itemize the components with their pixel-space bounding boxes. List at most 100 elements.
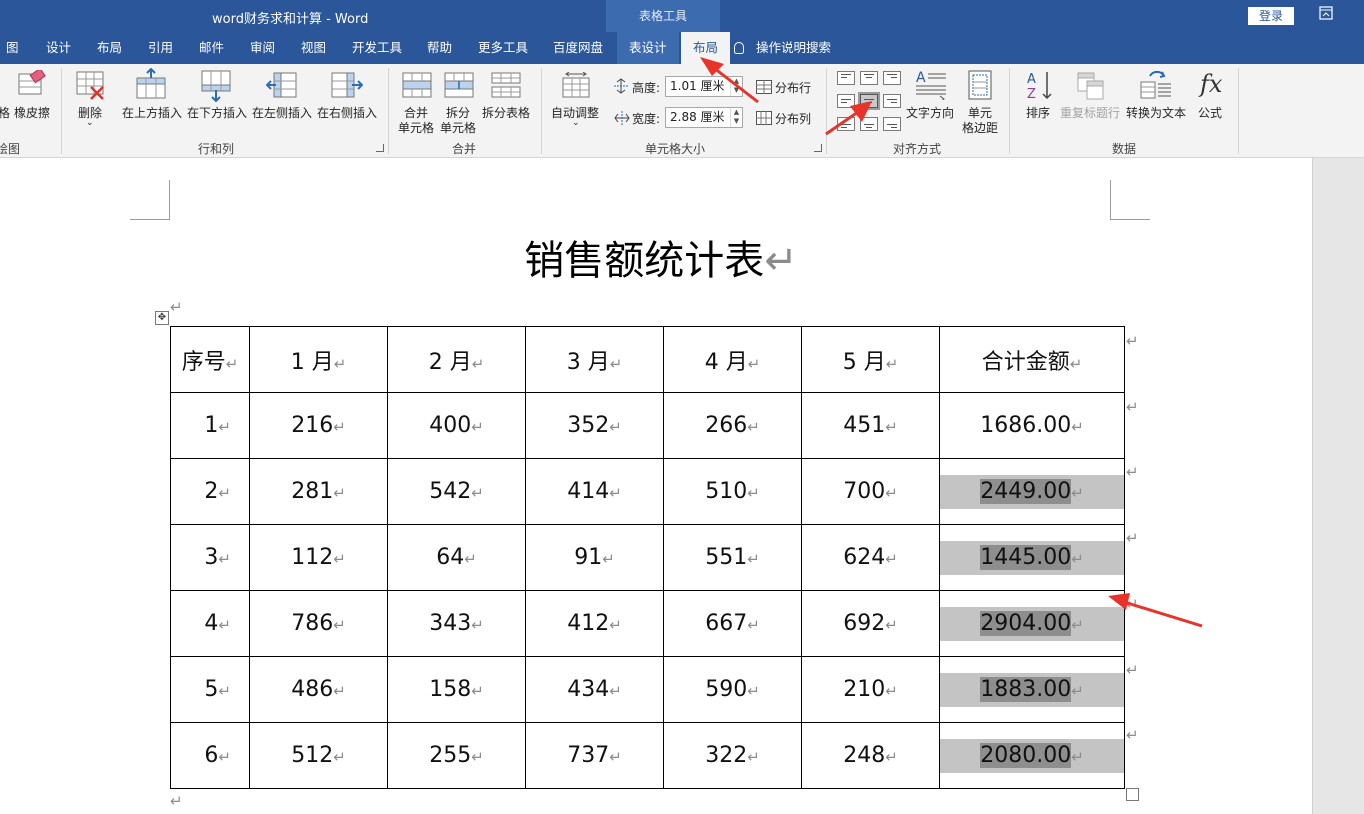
table-cell[interactable]: 486↵ xyxy=(249,656,388,723)
align-middle-left-button[interactable] xyxy=(837,94,855,108)
chevron-down-icon[interactable]: ⌄ xyxy=(86,118,94,128)
table-header-cell[interactable]: 1 月↵ xyxy=(249,326,388,393)
tab-item[interactable]: 审阅 xyxy=(238,32,287,64)
table-cell[interactable]: 2↵ xyxy=(170,458,250,525)
insert-right-icon[interactable] xyxy=(331,72,364,104)
table-cell[interactable]: 412↵ xyxy=(525,590,664,657)
table-cell[interactable]: 551↵ xyxy=(663,524,802,591)
document-heading[interactable]: 销售额统计表↵ xyxy=(0,228,1312,286)
table-cell[interactable]: 510↵ xyxy=(663,458,802,525)
spinner-arrows-icon[interactable]: ▲ ▼ xyxy=(730,77,742,96)
tab-table-design[interactable]: 表设计 xyxy=(617,32,679,64)
table-cell[interactable]: 255↵ xyxy=(387,722,526,789)
table-cell[interactable]: 266↵ xyxy=(663,392,802,459)
delete-table-icon[interactable] xyxy=(76,70,106,104)
table-cell[interactable]: 352↵ xyxy=(525,392,664,459)
autofit-icon[interactable] xyxy=(562,71,590,102)
draw-table-button-label[interactable]: 格 xyxy=(0,104,10,121)
align-top-right-button[interactable] xyxy=(883,71,901,85)
table-cell[interactable]: 322↵ xyxy=(663,722,802,789)
table-cell[interactable]: 112↵ xyxy=(249,524,388,591)
tab-item[interactable]: 帮助 xyxy=(415,32,464,64)
table-row[interactable]: 4↵ 786↵ 343↵ 412↵ 667↵ 692↵ 2904.00↵ xyxy=(170,590,1125,657)
tab-item[interactable]: 设计 xyxy=(34,32,83,64)
tell-me-search[interactable]: 操作说明搜索 xyxy=(734,32,831,64)
table-resize-handle[interactable] xyxy=(1126,788,1139,801)
formula-button[interactable]: 公式 xyxy=(1198,104,1222,121)
tab-item[interactable]: 更多工具 xyxy=(466,32,540,64)
ribbon-display-options-icon[interactable] xyxy=(1316,6,1336,24)
insert-below-icon[interactable] xyxy=(201,70,231,106)
cell-margins-icon[interactable] xyxy=(968,70,992,104)
tab-table-layout[interactable]: 布局 xyxy=(681,32,731,64)
tab-item[interactable]: 图 xyxy=(0,32,31,64)
merge-cells-icon[interactable] xyxy=(402,72,432,102)
table-row[interactable]: 2↵ 281↵ 542↵ 414↵ 510↵ 700↵ 2449.00↵ xyxy=(170,458,1125,525)
distribute-rows-icon[interactable] xyxy=(756,79,772,98)
table-cell[interactable]: 737↵ xyxy=(525,722,664,789)
table-cell[interactable]: 5↵ xyxy=(170,656,250,723)
table-cell[interactable]: 248↵ xyxy=(801,722,940,789)
table-cell[interactable]: 3↵ xyxy=(170,524,250,591)
table-cell[interactable]: 434↵ xyxy=(525,656,664,723)
table-cell[interactable]: 692↵ xyxy=(801,590,940,657)
insert-below-button[interactable]: 在下方插入 xyxy=(187,104,247,121)
split-table-button[interactable]: 拆分表格 xyxy=(482,104,530,121)
split-cells-icon[interactable] xyxy=(444,72,474,102)
tab-item[interactable]: 视图 xyxy=(289,32,338,64)
distribute-columns-button[interactable]: 分布列 xyxy=(775,110,811,127)
height-spinner[interactable]: 1.01 厘米 ▲ ▼ xyxy=(665,76,743,97)
rows-cols-dialog-launcher[interactable] xyxy=(376,144,384,152)
table-header-cell[interactable]: 4 月↵ xyxy=(663,326,802,393)
table-row[interactable]: 6↵ 512↵ 255↵ 737↵ 322↵ 248↵ 2080.00↵ xyxy=(170,722,1125,789)
width-value[interactable]: 2.88 厘米 xyxy=(670,110,725,124)
total-cell[interactable]: 1883.00↵ xyxy=(939,656,1125,723)
insert-right-button[interactable]: 在右侧插入 xyxy=(317,104,377,121)
table-cell[interactable]: 343↵ xyxy=(387,590,526,657)
align-top-left-button[interactable] xyxy=(837,71,855,85)
table-cell[interactable]: 414↵ xyxy=(525,458,664,525)
eraser-icon[interactable] xyxy=(18,67,46,102)
table-cell[interactable]: 158↵ xyxy=(387,656,526,723)
table-header-cell[interactable]: 2 月↵ xyxy=(387,326,526,393)
vertical-scrollbar[interactable] xyxy=(1312,158,1364,814)
table-cell[interactable]: 451↵ xyxy=(801,392,940,459)
align-bottom-right-button[interactable] xyxy=(883,117,901,131)
table-cell[interactable]: 6↵ xyxy=(170,722,250,789)
table-cell[interactable]: 91↵ xyxy=(525,524,664,591)
sort-icon[interactable]: AZ xyxy=(1026,70,1054,104)
table-cell[interactable]: 1↵ xyxy=(170,392,250,459)
tab-item[interactable]: 邮件 xyxy=(187,32,236,64)
insert-left-icon[interactable] xyxy=(265,72,298,104)
table-cell[interactable]: 4↵ xyxy=(170,590,250,657)
insert-left-button[interactable]: 在左侧插入 xyxy=(252,104,312,121)
table-move-handle-icon[interactable]: ✥ xyxy=(155,311,169,325)
convert-to-text-icon[interactable] xyxy=(1140,70,1172,104)
total-cell[interactable]: 2449.00↵ xyxy=(939,458,1125,525)
cell-size-dialog-launcher[interactable] xyxy=(814,144,822,152)
align-bottom-left-button[interactable] xyxy=(837,117,855,131)
width-spinner[interactable]: 2.88 厘米 ▲ ▼ xyxy=(665,107,743,128)
tab-item[interactable]: 引用 xyxy=(136,32,185,64)
table-cell[interactable]: 624↵ xyxy=(801,524,940,591)
table-header-cell[interactable]: 5 月↵ xyxy=(801,326,940,393)
tab-item[interactable]: 布局 xyxy=(85,32,134,64)
table-header-cell[interactable]: 序号↵ xyxy=(170,326,250,393)
align-middle-right-button[interactable] xyxy=(883,94,901,108)
table-header-row[interactable]: 序号↵ 1 月↵ 2 月↵ 3 月↵ 4 月↵ 5 月↵ 合计金额↵ xyxy=(170,326,1125,393)
distribute-columns-icon[interactable] xyxy=(756,110,772,129)
table-cell[interactable]: 512↵ xyxy=(249,722,388,789)
align-top-center-button[interactable] xyxy=(860,71,878,85)
split-table-icon[interactable] xyxy=(491,72,521,102)
align-bottom-center-button[interactable] xyxy=(860,117,878,131)
distribute-rows-button[interactable]: 分布行 xyxy=(775,79,811,96)
table-cell[interactable]: 542↵ xyxy=(387,458,526,525)
convert-to-text-button[interactable]: 转换为文本 xyxy=(1126,104,1186,121)
table-cell[interactable]: 786↵ xyxy=(249,590,388,657)
table-cell[interactable]: 590↵ xyxy=(663,656,802,723)
total-cell[interactable]: 1686.00↵ xyxy=(939,392,1125,459)
table-row[interactable]: 5↵ 486↵ 158↵ 434↵ 590↵ 210↵ 1883.00↵ xyxy=(170,656,1125,723)
spinner-arrows-icon[interactable]: ▲ ▼ xyxy=(730,108,742,127)
sort-button[interactable]: 排序 xyxy=(1026,104,1050,121)
total-cell[interactable]: 2080.00↵ xyxy=(939,722,1125,789)
